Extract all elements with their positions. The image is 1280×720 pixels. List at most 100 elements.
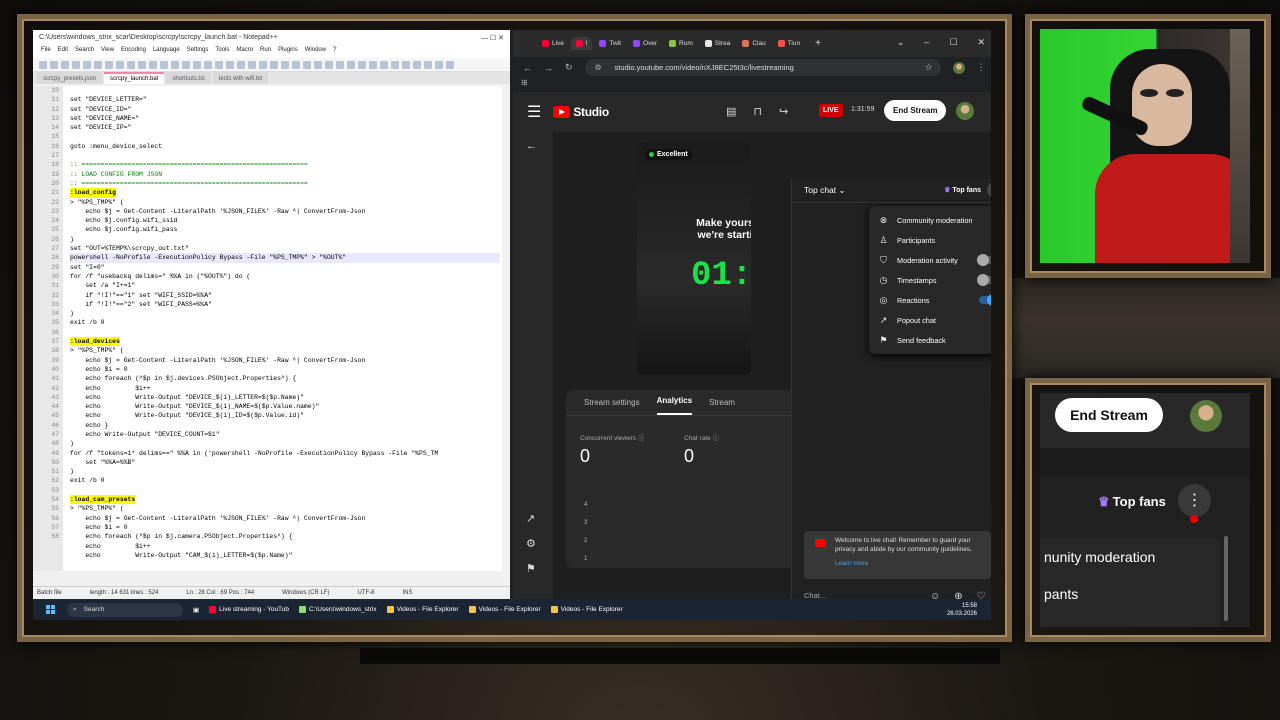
taskbar-app[interactable]: Videos - File Explorer — [550, 606, 623, 613]
browser-tab[interactable]: l — [570, 37, 593, 50]
taskbar-app[interactable]: Live streaming - YouTub — [209, 606, 289, 613]
menu-item[interactable]: Tools — [215, 47, 229, 57]
toolbar-button-icon[interactable] — [50, 61, 58, 69]
toggle-switch[interactable] — [977, 254, 991, 266]
external-link-icon[interactable]: ↗ — [526, 512, 535, 525]
toolbar-button-icon[interactable] — [193, 61, 201, 69]
chat-menu-item[interactable]: ⚑ Send feedback — [869, 330, 991, 350]
share-icon[interactable]: ↪ — [779, 105, 788, 118]
toolbar-button-icon[interactable] — [303, 61, 311, 69]
chat-mode-dropdown[interactable]: Top chat ⌄ — [804, 185, 846, 196]
toolbar-button-icon[interactable] — [171, 61, 179, 69]
back-arrow-icon[interactable]: ← — [526, 140, 537, 152]
toolbar-button-icon[interactable] — [61, 61, 69, 69]
toolbar-button-icon[interactable] — [94, 61, 102, 69]
toolbar-button-icon[interactable] — [72, 61, 80, 69]
toggle-switch[interactable] — [977, 274, 991, 286]
menu-item[interactable]: Edit — [58, 47, 68, 57]
maximize-icon[interactable]: ☐ — [949, 37, 957, 48]
toolbar-button-icon[interactable] — [358, 61, 366, 69]
toolbar-button-icon[interactable] — [435, 61, 443, 69]
close-icon[interactable]: ✕ — [977, 37, 985, 48]
top-fans-button[interactable]: Top fans — [944, 186, 981, 194]
toolbar-button-icon[interactable] — [105, 61, 113, 69]
new-tab-icon[interactable]: + — [815, 38, 821, 49]
editor-tab[interactable]: tests with wifi.txt — [212, 72, 269, 84]
toolbar-button-icon[interactable] — [391, 61, 399, 69]
settings-gear-icon[interactable]: ⚙ — [526, 537, 536, 550]
code-text[interactable]: set "DEVICE_LETTER=" set "DEVICE_ID=" set … — [70, 86, 500, 560]
toolbar-button-icon[interactable] — [204, 61, 212, 69]
toolbar-button-icon[interactable] — [336, 61, 344, 69]
toolbar-button-icon[interactable] — [39, 61, 47, 69]
chat-menu-item[interactable]: ◷ Timestamps — [869, 270, 991, 290]
toolbar-button-icon[interactable] — [347, 61, 355, 69]
toolbar-button-icon[interactable] — [380, 61, 388, 69]
toolbar-button-icon[interactable] — [281, 61, 289, 69]
toolbar-button-icon[interactable] — [369, 61, 377, 69]
menu-item[interactable]: ? — [333, 47, 336, 57]
toolbar-button-icon[interactable] — [149, 61, 157, 69]
info-icon[interactable]: ⓘ — [638, 435, 645, 442]
taskbar-app[interactable]: Videos - File Explorer — [386, 606, 459, 613]
minimize-icon[interactable]: – — [924, 37, 929, 48]
windows-start-icon[interactable] — [46, 605, 55, 614]
stats-tab[interactable]: Analytics — [656, 396, 693, 415]
reload-icon[interactable]: ↻ — [565, 62, 573, 73]
browser-menu-icon[interactable]: ⋮ — [977, 62, 986, 73]
hamburger-icon[interactable]: ☰ — [527, 102, 541, 122]
editor-tab[interactable]: scrcpy_presets.json — [37, 72, 103, 84]
taskbar-clock[interactable]: 15:58 26.03.2026 — [947, 602, 977, 618]
bookmark-star-icon[interactable]: ☆ — [924, 62, 932, 73]
toolbar-button-icon[interactable] — [413, 61, 421, 69]
info-icon[interactable]: ⓘ — [713, 435, 720, 442]
browser-tab[interactable]: Twit — [594, 37, 626, 50]
forward-icon[interactable]: → — [544, 63, 553, 73]
end-stream-button[interactable]: End Stream — [884, 100, 947, 121]
bookmark-icon[interactable]: ⊓ — [753, 105, 762, 118]
browser-tab[interactable]: Rum — [664, 37, 698, 50]
browser-tab[interactable]: Tiun — [773, 37, 805, 50]
menu-item[interactable]: Search — [75, 47, 94, 57]
stats-tab[interactable]: Stream settings — [584, 398, 640, 415]
chat-menu-item[interactable]: ↗ Popout chat — [869, 310, 991, 330]
menu-item[interactable]: File — [41, 47, 51, 57]
toolbar-button-icon[interactable] — [270, 61, 278, 69]
toolbar-button-icon[interactable] — [182, 61, 190, 69]
back-icon[interactable]: ← — [523, 63, 532, 73]
profile-avatar[interactable] — [952, 61, 965, 74]
code-editor[interactable]: 10 11 12 13 14 15 16 17 18 19 20 21 22 23 24 25 26 27 28 29… — [33, 86, 510, 571]
menu-item[interactable]: Language — [153, 47, 180, 57]
stats-tab[interactable]: Stream — [709, 398, 735, 415]
menu-item[interactable]: Encoding — [121, 47, 146, 57]
toolbar-button-icon[interactable] — [116, 61, 124, 69]
toolbar-button-icon[interactable] — [138, 61, 146, 69]
menu-item[interactable]: Macro — [236, 47, 253, 57]
chat-menu-item[interactable]: ♙ Participants — [869, 230, 991, 250]
site-info-icon[interactable]: ⚙ — [595, 63, 602, 72]
menu-item[interactable]: View — [101, 47, 114, 57]
toolbar-button-icon[interactable] — [292, 61, 300, 69]
toolbar-button-icon[interactable] — [226, 61, 234, 69]
toolbar-button-icon[interactable] — [127, 61, 135, 69]
feedback-icon[interactable]: ⚑ — [526, 562, 536, 575]
menu-item[interactable]: Settings — [187, 47, 209, 57]
url-bar[interactable]: ⚙ studio.youtube.com/video/nXJ8EC25t3c/l… — [584, 59, 941, 76]
dropdown-icon[interactable]: ⌄ — [897, 37, 905, 48]
toolbar-button-icon[interactable] — [83, 61, 91, 69]
apps-grid-icon[interactable]: ⊞ — [521, 78, 528, 87]
toolbar-button-icon[interactable] — [424, 61, 432, 69]
toggle-switch[interactable] — [979, 294, 991, 306]
window-controls[interactable]: — ☐ ✕ — [481, 34, 504, 42]
browser-tab[interactable]: Clau — [737, 37, 770, 50]
toolbar-button-icon[interactable] — [446, 61, 454, 69]
studio-logo[interactable]: Studio — [553, 105, 609, 119]
menu-item[interactable]: Plugins — [278, 47, 298, 57]
chat-menu-item[interactable]: ⛉ Moderation activity — [869, 250, 991, 270]
chat-menu-item[interactable]: ◎ Reactions — [869, 290, 991, 310]
toolbar-button-icon[interactable] — [248, 61, 256, 69]
menu-item[interactable]: Window — [305, 47, 326, 57]
browser-tab[interactable]: Over — [628, 37, 662, 50]
toolbar-button-icon[interactable] — [215, 61, 223, 69]
account-avatar[interactable] — [956, 102, 974, 120]
